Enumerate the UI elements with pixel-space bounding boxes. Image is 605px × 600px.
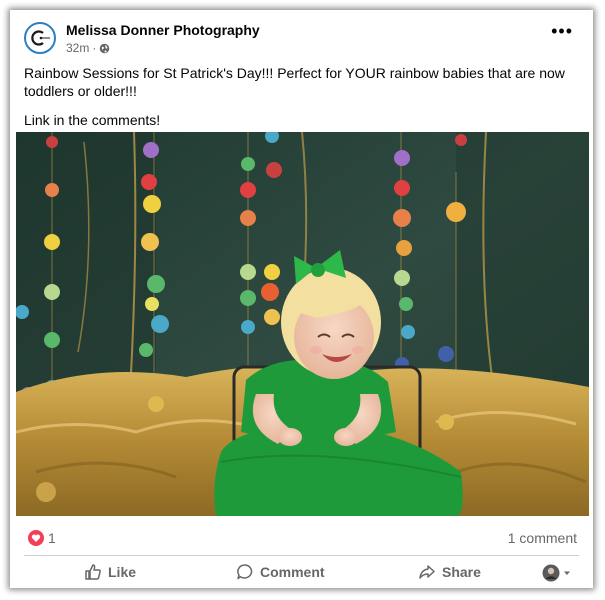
comment-button[interactable]: Comment <box>236 562 325 582</box>
post-text-link-note: Link in the comments! <box>24 112 161 128</box>
logo-icon <box>31 30 50 46</box>
heart-icon[interactable] <box>28 530 44 546</box>
divider <box>24 555 579 556</box>
reaction-count[interactable]: 1 <box>48 530 56 546</box>
post-meta: 32m · <box>66 41 110 55</box>
share-icon <box>419 565 435 579</box>
meta-separator: · <box>92 41 97 55</box>
comment-label: Comment <box>260 564 325 580</box>
author-name[interactable]: Melissa Donner Photography <box>66 22 260 38</box>
post-actions: Like Comment Share <box>10 558 593 586</box>
comment-icon <box>237 564 253 580</box>
like-button[interactable]: Like <box>84 562 136 582</box>
like-label: Like <box>108 564 137 580</box>
profile-avatar-icon <box>542 564 560 582</box>
post-photo[interactable] <box>16 132 589 516</box>
post-text: Rainbow Sessions for St Patrick's Day!!!… <box>24 64 579 140</box>
share-label: Share <box>442 564 481 580</box>
page-avatar[interactable] <box>24 22 56 54</box>
ellipsis-icon: ••• <box>551 21 573 41</box>
post-header: Melissa Donner Photography 32m · ••• <box>10 10 593 60</box>
comment-count[interactable]: 1 comment <box>508 530 577 546</box>
reactions-bar: 1 1 comment <box>10 526 593 552</box>
post-text-paragraph: Rainbow Sessions for St Patrick's Day!!!… <box>24 65 565 99</box>
share-button[interactable]: Share <box>418 562 481 582</box>
post-timestamp[interactable]: 32m <box>66 41 89 55</box>
caret-down-icon <box>564 571 570 575</box>
react-as-selector[interactable] <box>542 564 571 582</box>
thumbs-up-icon <box>85 564 101 580</box>
globe-icon[interactable] <box>99 43 110 54</box>
photo-image <box>16 132 589 516</box>
more-options-button[interactable]: ••• <box>551 22 573 40</box>
facebook-post-card: Melissa Donner Photography 32m · ••• Rai… <box>10 10 593 588</box>
